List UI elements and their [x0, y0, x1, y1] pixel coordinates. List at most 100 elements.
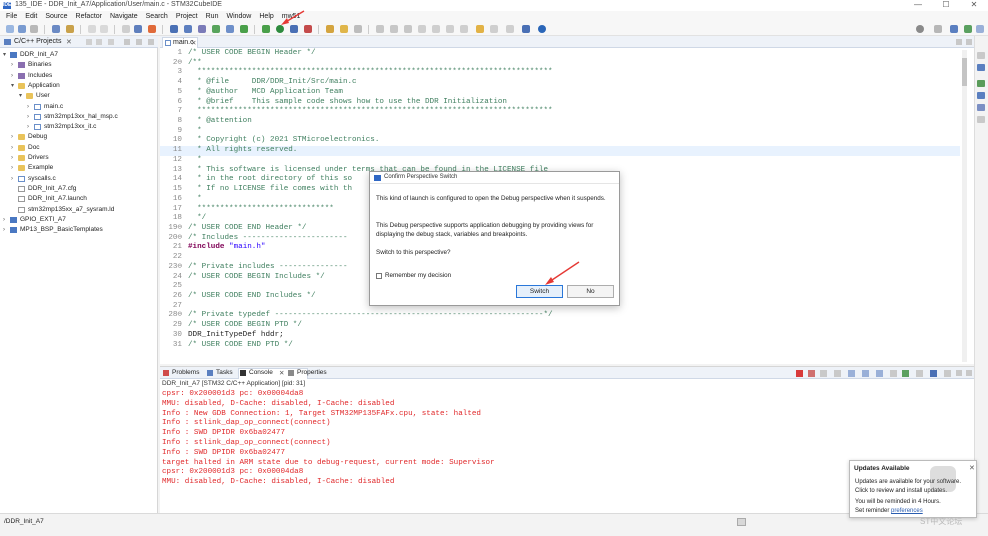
pin-console-icon[interactable]	[890, 370, 897, 377]
debug-icon[interactable]	[262, 25, 270, 33]
tree-item[interactable]: › GPIO_EXTI_A7	[0, 215, 158, 225]
forward-icon[interactable]	[446, 25, 454, 33]
collapsed-chevron-icon[interactable]: ›	[27, 112, 33, 122]
next-annotation-icon[interactable]	[390, 25, 398, 33]
tree-item[interactable]: › syscalls.c	[0, 174, 158, 184]
editor-maximize-icon[interactable]	[966, 39, 972, 45]
updates-notification[interactable]: Updates Available ✕ Updates are availabl…	[849, 460, 977, 518]
code-line[interactable]: 7 **************************************…	[160, 107, 960, 117]
tab-problems[interactable]: Problems	[172, 369, 199, 376]
code-line[interactable]: 12 *	[160, 156, 960, 166]
info-icon[interactable]	[538, 25, 546, 33]
collapse-all-icon[interactable]	[86, 39, 92, 45]
tab-tasks[interactable]: Tasks	[216, 369, 233, 376]
tab-console[interactable]: Console	[249, 369, 273, 376]
editor-scrollbar-thumb[interactable]	[962, 58, 967, 86]
code-line[interactable]: 3 **************************************…	[160, 68, 960, 78]
tree-item[interactable]: DDR_Init_A7.launch	[0, 194, 158, 204]
menu-navigate[interactable]: Navigate	[110, 13, 138, 20]
editor-minimize-icon[interactable]	[956, 39, 962, 45]
open-type-icon[interactable]	[326, 25, 334, 33]
preferences-link[interactable]: preferences	[891, 508, 923, 514]
minimize-button[interactable]: —	[904, 0, 932, 11]
no-button[interactable]: No	[567, 285, 614, 298]
outline-icon[interactable]	[977, 64, 985, 71]
code-line[interactable]: 1 /* USER CODE BEGIN Header */	[160, 49, 960, 59]
menu-search[interactable]: Search	[146, 13, 168, 20]
console-minimize-icon[interactable]	[956, 370, 962, 376]
progress-icon[interactable]	[737, 518, 746, 526]
code-line[interactable]: 9 *	[160, 127, 960, 137]
tree-item[interactable]: stm32mp135xx_a7_sysram.ld	[0, 205, 158, 215]
show-stdout-icon[interactable]	[876, 370, 883, 377]
collapsed-chevron-icon[interactable]: ›	[11, 60, 17, 70]
code-line[interactable]: 6 * @brief This sample code shows how to…	[160, 98, 960, 108]
code-line[interactable]: 10 * Copyright (c) 2021 STMicroelectroni…	[160, 136, 960, 146]
save-all-icon[interactable]	[30, 25, 38, 33]
settings-icon[interactable]	[52, 25, 60, 33]
perspective-open-icon[interactable]	[934, 25, 942, 33]
expanded-chevron-icon[interactable]: ▾	[11, 81, 17, 91]
pin-icon[interactable]	[460, 25, 468, 33]
menu-refactor[interactable]: Refactor	[76, 13, 102, 20]
device-icon[interactable]	[148, 25, 156, 33]
minimize-view-icon[interactable]	[136, 39, 142, 45]
window-icon[interactable]	[506, 25, 514, 33]
open-folder-icon[interactable]	[340, 25, 348, 33]
code-line[interactable]: 5 * @author MCD Application Team	[160, 88, 960, 98]
tab-properties[interactable]: Properties	[297, 369, 327, 376]
run-icon[interactable]	[240, 25, 248, 33]
terminate-icon[interactable]	[796, 370, 803, 377]
code-line[interactable]: 30 DDR_InitTypeDef hddr;	[160, 331, 960, 341]
pinout-icon[interactable]	[198, 25, 206, 33]
search-tool-icon[interactable]	[354, 25, 362, 33]
collapsed-chevron-icon[interactable]: ›	[3, 215, 9, 225]
code-line[interactable]: 11 * All rights reserved.	[160, 146, 960, 156]
terminal-icon[interactable]	[522, 25, 530, 33]
tree-item[interactable]: › Drivers	[0, 153, 158, 163]
menu-edit[interactable]: Edit	[25, 13, 37, 20]
build-analyzer-icon[interactable]	[977, 104, 985, 111]
tree-item[interactable]: › Debug	[0, 132, 158, 142]
maximize-button[interactable]: ☐	[932, 0, 960, 11]
menu-file[interactable]: File	[6, 13, 17, 20]
display-console-icon[interactable]	[902, 370, 909, 377]
stop-icon[interactable]	[304, 25, 312, 33]
menu-user[interactable]: mw51	[282, 13, 301, 20]
code-line[interactable]: 2⊖ /**	[160, 59, 960, 69]
new-console-icon[interactable]	[930, 370, 937, 377]
tree-item[interactable]: DDR_Init_A7.cfg	[0, 184, 158, 194]
collapsed-chevron-icon[interactable]: ›	[27, 122, 33, 132]
menu-project[interactable]: Project	[176, 13, 198, 20]
search-icon[interactable]	[916, 25, 924, 33]
nav-back-icon[interactable]	[476, 25, 484, 33]
target-icon[interactable]	[134, 25, 142, 33]
close-tab-icon[interactable]: ✕	[66, 38, 72, 46]
remember-decision-checkbox[interactable]	[376, 273, 382, 279]
tree-item[interactable]: ▾ Application	[0, 81, 158, 91]
tree-item[interactable]: › Doc	[0, 143, 158, 153]
code-line[interactable]: 29 /* USER CODE BEGIN PTD */	[160, 321, 960, 331]
refresh-icon[interactable]	[212, 25, 220, 33]
editor-tab-main-c[interactable]: main.c ✕	[162, 37, 198, 48]
nav-forward-icon[interactable]	[490, 25, 498, 33]
build-targets-icon[interactable]	[977, 80, 985, 87]
expanded-chevron-icon[interactable]: ▾	[19, 91, 25, 101]
prev-annotation-icon[interactable]	[404, 25, 412, 33]
paste-icon[interactable]	[100, 25, 108, 33]
filter-icon[interactable]	[108, 39, 114, 45]
tree-item[interactable]: ▾ User	[0, 91, 158, 101]
run-launch-icon[interactable]	[276, 25, 284, 33]
code-line[interactable]: 8 * @attention	[160, 117, 960, 127]
updates-close-icon[interactable]: ✕	[969, 464, 975, 472]
switch-button[interactable]: Switch	[516, 285, 563, 298]
menu-help[interactable]: Help	[259, 13, 273, 20]
tree-item[interactable]: › stm32mp13xx_hal_msp.c	[0, 112, 158, 122]
remove-launch-icon[interactable]	[808, 370, 815, 377]
last-edit-icon[interactable]	[418, 25, 426, 33]
menu-window[interactable]: Window	[226, 13, 251, 20]
close-button[interactable]: ✕	[960, 0, 988, 11]
remove-all-icon[interactable]	[820, 370, 827, 377]
collapsed-chevron-icon[interactable]: ›	[11, 163, 17, 173]
console-view-menu-icon[interactable]	[944, 370, 951, 377]
